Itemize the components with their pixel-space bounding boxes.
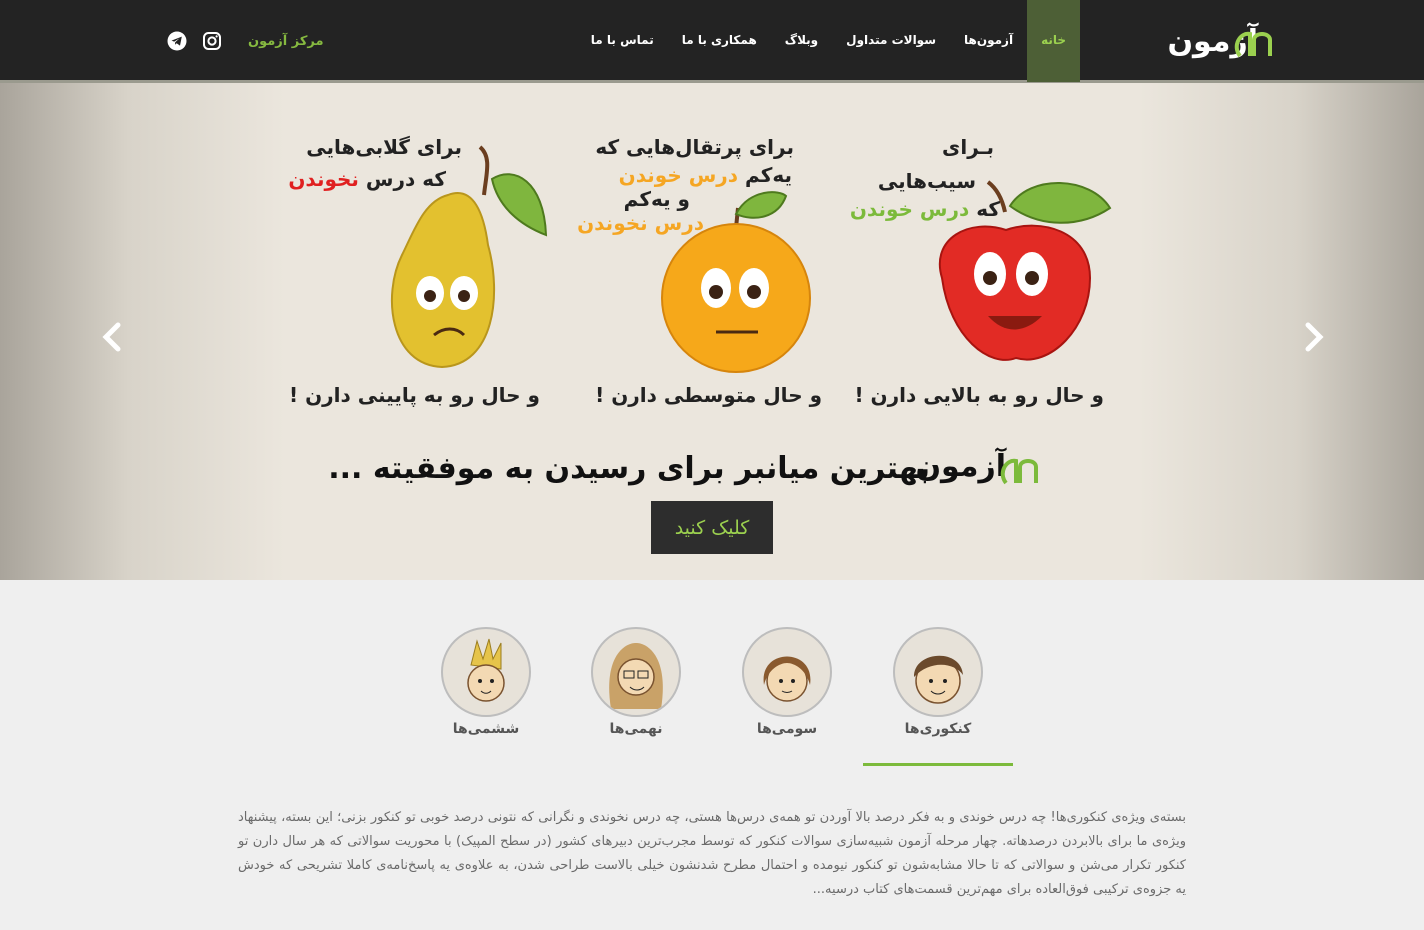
- orange-bottom-text: و حال متوسطی دارن !: [595, 383, 822, 407]
- tab-label: ششمی‌ها: [452, 721, 520, 737]
- apple-caption-line1: بـرای: [942, 135, 994, 159]
- main-nav: خانه آزمون‌ها سوالات متداول وبلاگ همکاری…: [577, 0, 1080, 82]
- pear-illustration: [390, 145, 548, 369]
- tab-label: کنکوری‌ها: [904, 721, 972, 737]
- logo-mark-icon: [1234, 31, 1272, 58]
- apple-bottom-text: و حال رو به بالایی دارن !: [854, 383, 1104, 407]
- hero-tagline: آزمون بهترین میانبر برای رسیدن به موفقیت…: [328, 443, 1040, 503]
- nav-exams[interactable]: آزمون‌ها: [950, 0, 1027, 80]
- avatar: [591, 627, 681, 717]
- apple-illustration: [939, 180, 1112, 361]
- tagline-text: بهترین میانبر برای رسیدن به موفقیته ...: [328, 451, 930, 486]
- avatar: [742, 627, 832, 717]
- tab-sevomi[interactable]: سومی‌ها: [726, 627, 848, 737]
- telegram-icon[interactable]: [167, 31, 187, 51]
- tagline-logo: آزمون: [915, 447, 1040, 497]
- avatar: [441, 627, 531, 717]
- site-logo[interactable]: آزمون: [1166, 22, 1274, 62]
- orange-illustration: [661, 191, 811, 373]
- nav-faq[interactable]: سوالات متداول: [832, 0, 950, 80]
- orange-caption-highlight-1: درس خوندن: [618, 163, 739, 187]
- tab-konkoori[interactable]: کنکوری‌ها: [877, 627, 999, 737]
- nav-blog[interactable]: وبلاگ: [771, 0, 832, 80]
- orange-caption-pre: یه‌کم: [738, 163, 792, 187]
- slider-next-arrow-icon[interactable]: [1300, 317, 1330, 357]
- slider-prev-arrow-icon[interactable]: [96, 317, 126, 357]
- tab-sheshomi[interactable]: ششمی‌ها: [425, 627, 547, 737]
- cta-button[interactable]: کلیک کنید: [651, 501, 773, 554]
- tagline-logo-mark-icon: [1000, 458, 1038, 485]
- hero-slider: بـرای سیب‌هایی که درس خوندن و حال رو به …: [0, 83, 1424, 580]
- nav-contact[interactable]: تماس با ما: [577, 0, 668, 80]
- pear-bottom-text: و حال رو به پایینی دارن !: [289, 383, 540, 407]
- avatar: [893, 627, 983, 717]
- orange-caption-line2: یه‌کم درس خوندن: [619, 163, 792, 187]
- active-tab-indicator: [863, 763, 1013, 766]
- orange-caption-line1: برای پرتقال‌هایی که: [595, 135, 794, 159]
- nav-cooperate[interactable]: همکاری با ما: [668, 0, 771, 80]
- top-navbar: آزمون خانه آزمون‌ها سوالات متداول وبلاگ …: [0, 0, 1424, 83]
- instagram-icon[interactable]: [202, 31, 222, 51]
- tab-label: سومی‌ها: [756, 721, 818, 737]
- nav-home[interactable]: خانه: [1027, 0, 1080, 82]
- tab-label: نهمی‌ها: [609, 721, 663, 737]
- exam-center-link[interactable]: مرکز آزمون: [248, 34, 324, 49]
- pear-caption-highlight: نخوندن: [288, 167, 359, 191]
- package-description: بسته‌ی ویژه‌ی کنکوری‌ها! چه درس خوندی و …: [238, 810, 1186, 897]
- tab-nohomi[interactable]: نهمی‌ها: [575, 627, 697, 737]
